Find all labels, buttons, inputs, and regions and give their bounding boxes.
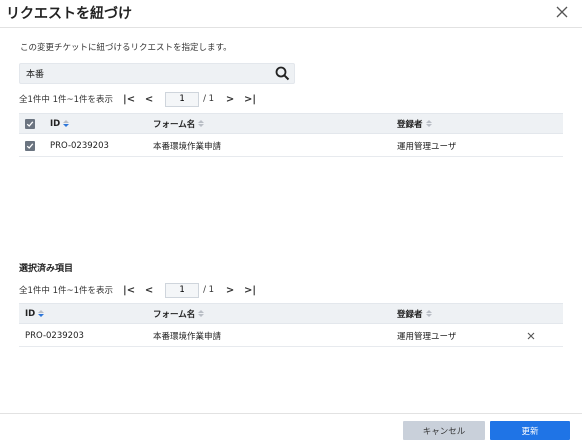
search-icon[interactable] [274, 65, 291, 82]
sort-icon [425, 120, 432, 127]
remove-row-button[interactable] [526, 325, 536, 346]
column-header-form[interactable]: フォーム名 [153, 304, 205, 323]
sort-icon [63, 120, 70, 127]
close-icon[interactable] [554, 4, 570, 20]
column-header-id[interactable]: ID [25, 304, 45, 323]
next-page-button[interactable]: > [220, 91, 240, 107]
row-checkbox[interactable] [25, 135, 35, 156]
first-page-button[interactable]: |< [119, 282, 139, 298]
remove-icon [527, 332, 535, 339]
page-total: / 1 [203, 94, 215, 104]
column-header-registrant-label: 登録者 [397, 119, 423, 130]
column-header-id[interactable]: ID [50, 114, 70, 133]
column-header-form-label: フォーム名 [153, 119, 196, 130]
search-box [19, 63, 295, 84]
sort-icon [198, 310, 205, 317]
checkbox-checked-icon [25, 140, 35, 151]
table-header: ID フォーム名 登録者 [19, 113, 563, 134]
row-registrant: 運用管理ユーザ [397, 141, 457, 152]
sort-icon [198, 120, 205, 127]
sort-icon [425, 310, 432, 317]
sort-icon [38, 310, 45, 317]
last-page-button[interactable]: >| [240, 91, 260, 107]
pager-count: 全1件中 1件~1件を表示 [19, 286, 114, 296]
column-header-id-label: ID [50, 118, 61, 129]
selected-table-row: PRO-0239203 本番環境作業申請 運用管理ユーザ [19, 325, 563, 347]
header-divider [0, 27, 582, 28]
next-page-button[interactable]: > [220, 282, 240, 298]
row-id: PRO-0239203 [50, 140, 109, 151]
select-all-checkbox[interactable] [25, 114, 35, 133]
page-number-input[interactable] [165, 282, 200, 298]
row-registrant: 運用管理ユーザ [397, 331, 457, 342]
selected-table-header: ID フォーム名 登録者 [19, 303, 563, 324]
dialog-title: リクエストを紐づけ [6, 6, 132, 22]
last-page-button[interactable]: >| [240, 282, 260, 298]
column-header-form-label: フォーム名 [153, 309, 196, 320]
first-page-button[interactable]: |< [119, 91, 139, 107]
prev-page-button[interactable]: < [139, 282, 159, 298]
checkbox-checked-icon [25, 118, 35, 129]
column-header-form[interactable]: フォーム名 [153, 114, 205, 133]
pager-count: 全1件中 1件~1件を表示 [19, 95, 114, 105]
prev-page-button[interactable]: < [139, 91, 159, 107]
column-header-registrant-label: 登録者 [397, 309, 423, 320]
table-row[interactable]: PRO-0239203 本番環境作業申請 運用管理ユーザ [19, 135, 563, 157]
column-header-registrant[interactable]: 登録者 [397, 114, 432, 133]
row-form: 本番環境作業申請 [153, 331, 222, 342]
search-input[interactable] [20, 64, 260, 83]
pager-top: 全1件中 1件~1件を表示 |< < / 1 > >| [19, 91, 260, 107]
dialog-description: この変更チケットに紐づけるリクエストを指定します。 [20, 43, 232, 53]
row-id: PRO-0239203 [25, 330, 84, 341]
selected-section-title: 選択済み項目 [19, 264, 74, 274]
column-header-id-label: ID [25, 308, 36, 319]
cancel-button[interactable]: キャンセル [403, 421, 485, 440]
page-total: / 1 [203, 285, 215, 295]
column-header-registrant[interactable]: 登録者 [397, 304, 432, 323]
footer-divider [0, 413, 582, 414]
row-form: 本番環境作業申請 [153, 141, 222, 152]
pager-bottom: 全1件中 1件~1件を表示 |< < / 1 > >| [19, 282, 260, 298]
update-button[interactable]: 更新 [490, 421, 570, 440]
page-number-input[interactable] [165, 91, 200, 107]
